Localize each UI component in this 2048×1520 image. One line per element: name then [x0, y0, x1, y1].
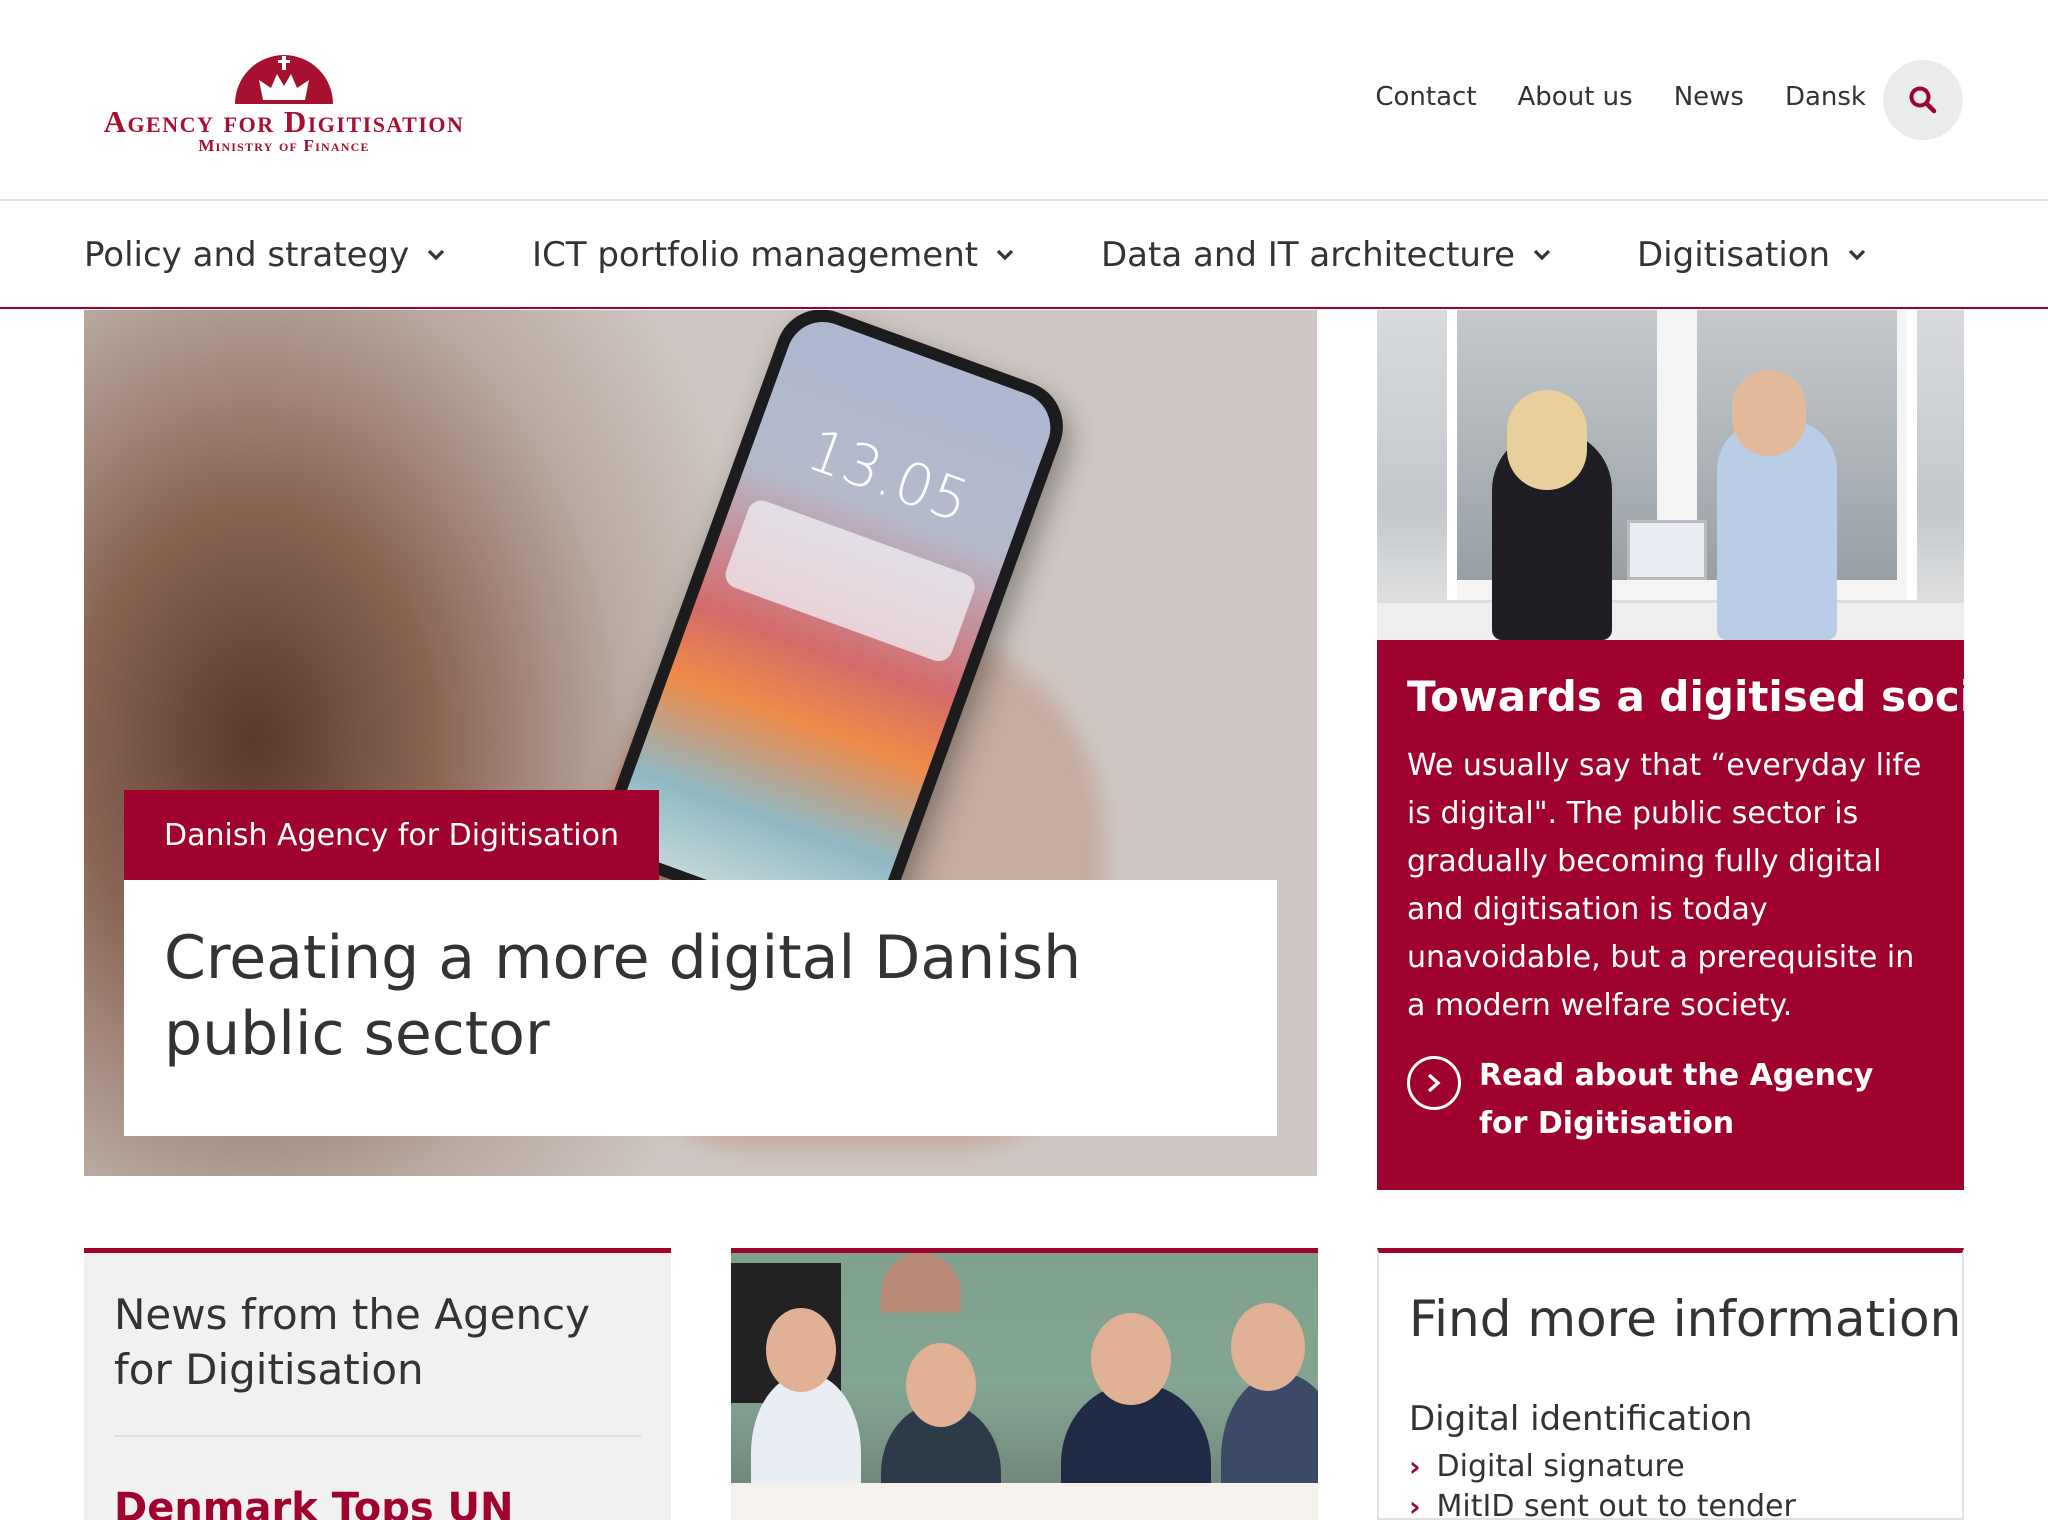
chevron-down-icon	[428, 249, 445, 261]
read-about-agency-link[interactable]: Read about the Agency for Digitisation	[1407, 1052, 1899, 1148]
person-head	[1231, 1303, 1305, 1391]
nav-ict-portfolio-management[interactable]: ICT portfolio management	[532, 235, 1014, 275]
person-head	[906, 1343, 976, 1427]
nav-digitisation[interactable]: Digitisation	[1637, 235, 1866, 275]
chevron-right-icon: ›	[1409, 1450, 1421, 1483]
search-button[interactable]	[1883, 60, 1963, 140]
hero-tag: Danish Agency for Digitisation	[124, 790, 660, 880]
feature-link-label: Read about the Agency for Digitisation	[1479, 1058, 1874, 1141]
feature-image	[1377, 310, 1964, 640]
table	[731, 1483, 1318, 1520]
chevron-down-icon	[1533, 249, 1551, 261]
nav-data-and-it-architecture[interactable]: Data and IT architecture	[1101, 235, 1551, 275]
desk	[1377, 600, 1964, 640]
main-navigation: Policy and strategy ICT portfolio manage…	[0, 201, 2048, 309]
laptop	[1627, 520, 1707, 580]
chevron-down-icon	[1848, 249, 1866, 261]
chevron-right-icon: ›	[1409, 1490, 1421, 1520]
site-header: Agency for Digitisation Ministry of Fina…	[0, 0, 2048, 201]
feature-box: Towards a digitised society We usually s…	[1377, 640, 2048, 1190]
info-link-mitid[interactable]: › MitID sent out to tender	[1409, 1487, 1932, 1520]
feature-panel: Towards a digitised society We usually s…	[1377, 310, 2048, 1190]
lamp	[881, 1253, 961, 1313]
person-head	[1732, 370, 1806, 456]
person-head	[766, 1308, 836, 1392]
info-link-label: Digital signature	[1436, 1449, 1685, 1484]
person-head	[1507, 390, 1587, 490]
language-dansk-link[interactable]: Dansk	[1785, 82, 1866, 112]
info-link-label: MitID sent out to tender	[1436, 1489, 1796, 1520]
info-link-list: › Digital signature › MitID sent out to …	[1409, 1447, 1932, 1520]
news-link[interactable]: News	[1674, 82, 1744, 112]
arrow-right-circle-icon	[1407, 1056, 1461, 1110]
info-panel: Find more information Digital identifica…	[1377, 1248, 1964, 1520]
utility-nav: Contact About us News Dansk	[1375, 82, 1866, 112]
chevron-down-icon	[996, 249, 1014, 261]
nav-label: Data and IT architecture	[1101, 235, 1516, 275]
info-section-heading: Digital identification	[1409, 1399, 1753, 1439]
logo-title: Agency for Digitisation	[103, 104, 465, 139]
info-heading: Find more information	[1409, 1290, 1962, 1348]
feature-body: We usually say that “everyday life is di…	[1407, 748, 1922, 1023]
feature-title: Towards a digitised society	[1407, 672, 2048, 721]
info-link-digital-signature[interactable]: › Digital signature	[1409, 1447, 1932, 1487]
nav-label: ICT portfolio management	[532, 235, 979, 275]
nav-policy-and-strategy[interactable]: Policy and strategy	[84, 235, 445, 275]
nav-label: Digitisation	[1637, 235, 1831, 275]
logo-subtitle: Ministry of Finance	[198, 136, 370, 155]
search-icon	[1909, 86, 1937, 114]
hero-card[interactable]: Creating a more digital Danish public se…	[124, 880, 1277, 1136]
hero-banner[interactable]: 13.05 Danish Agency for Digitisation Cre…	[84, 310, 1317, 1176]
agency-logo[interactable]: Agency for Digitisation Ministry of Fina…	[84, 48, 484, 158]
news-panel: News from the Agency for Digitisation De…	[84, 1248, 671, 1520]
nav-label: Policy and strategy	[84, 235, 410, 275]
news-heading: News from the Agency for Digitisation	[114, 1287, 641, 1437]
hero-title[interactable]: Creating a more digital Danish public se…	[164, 920, 1237, 1072]
meeting-image[interactable]	[731, 1248, 1318, 1520]
person-head	[1091, 1313, 1171, 1405]
news-item-link[interactable]: Denmark Tops UN	[114, 1485, 641, 1520]
contact-link[interactable]: Contact	[1375, 82, 1476, 112]
about-us-link[interactable]: About us	[1518, 82, 1633, 112]
crown-icon	[235, 55, 333, 104]
